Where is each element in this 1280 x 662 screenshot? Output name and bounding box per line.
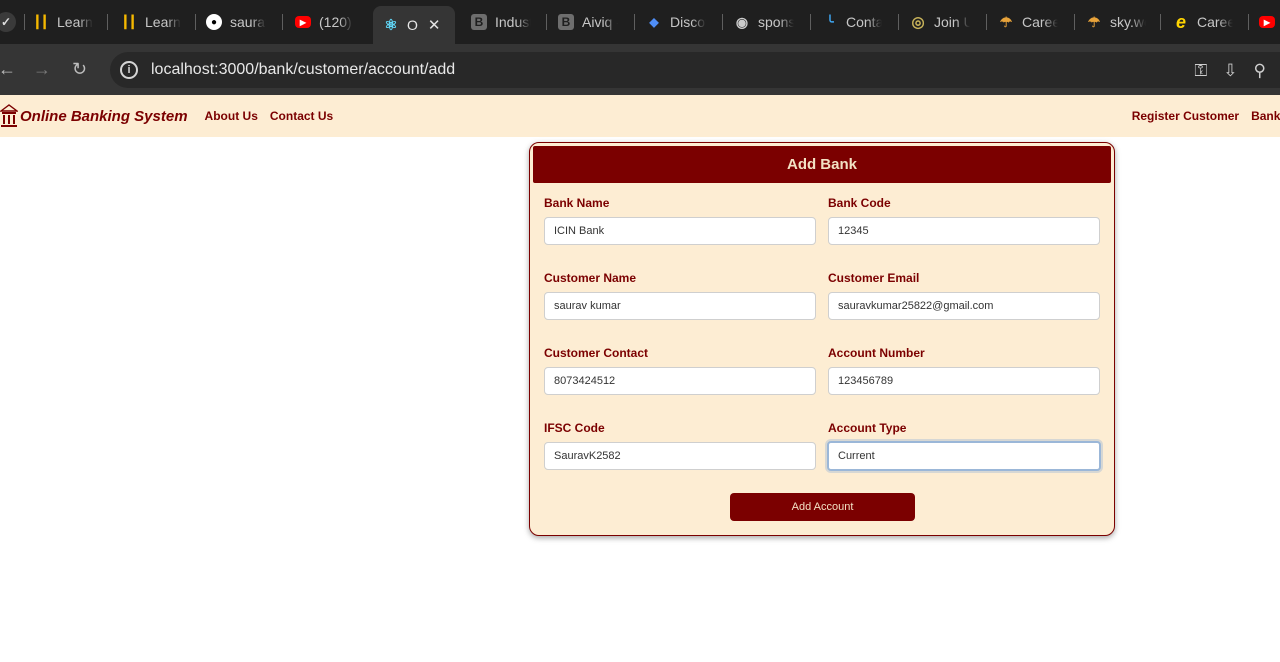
bar-chart-icon: ┃┃ — [33, 15, 49, 29]
customer-contact-input[interactable] — [544, 367, 816, 395]
forward-icon[interactable]: → — [33, 58, 51, 80]
browser-tab[interactable]: ┃┃ Learni — [33, 8, 105, 36]
youtube-icon: ▶ — [295, 16, 311, 28]
browser-tab[interactable]: ▶ (120) ( — [295, 8, 367, 36]
youtube-icon: ▶ — [1259, 16, 1275, 28]
bank-name-input[interactable] — [544, 217, 816, 245]
browser-tab[interactable]: e Career — [1173, 8, 1245, 36]
browser-tab-strip: ✓ ┃┃ Learni ┃┃ Learni ● saurav ▶ (120) (… — [0, 0, 1280, 44]
browser-tab-active[interactable]: ⚛ O ✕ — [373, 6, 455, 44]
zoom-icon[interactable]: ⚲ — [1254, 61, 1266, 81]
ifsc-code-label: IFSC Code — [544, 421, 605, 435]
check-icon: ✓ — [0, 12, 16, 32]
browser-tab[interactable]: B Indust — [471, 8, 543, 36]
browser-tab[interactable]: ◉ sponso — [734, 8, 806, 36]
browser-tab[interactable]: ▶ — [1259, 8, 1280, 36]
b-logo-icon: B — [558, 14, 574, 30]
hook-icon: ╰ — [826, 15, 834, 29]
ifsc-code-input[interactable] — [544, 442, 816, 470]
nav-contact-us[interactable]: Contact Us — [270, 109, 333, 123]
ring-icon: ◎ — [911, 14, 925, 31]
browser-tab[interactable]: ◎ Join U — [910, 8, 982, 36]
career-logo-icon: ☂ — [1087, 13, 1101, 30]
card-title: Add Bank — [533, 146, 1111, 183]
browser-tab[interactable]: ┃┃ Learni — [121, 8, 193, 36]
bank-code-input[interactable] — [828, 217, 1100, 245]
account-number-input[interactable] — [828, 367, 1100, 395]
career-logo-icon: ☂ — [999, 13, 1013, 30]
bank-code-label: Bank Code — [828, 196, 891, 210]
bank-building-icon — [0, 104, 18, 127]
nav-register-customer[interactable]: Register Customer — [1132, 109, 1239, 123]
chrome-icon: ◉ — [735, 13, 749, 30]
install-app-icon[interactable]: ⇩ — [1223, 61, 1237, 81]
browser-tab[interactable]: ☂ Career — [998, 8, 1070, 36]
browser-toolbar: ← → ↻ i localhost:3000/bank/customer/acc… — [0, 44, 1280, 95]
brand-title[interactable]: Online Banking System — [20, 108, 188, 125]
close-icon[interactable]: ✕ — [428, 16, 441, 34]
add-account-button[interactable]: Add Account — [730, 493, 915, 521]
browser-tab[interactable]: ☂ sky.wo — [1086, 8, 1158, 36]
brand[interactable]: Online Banking System — [0, 103, 188, 129]
github-icon: ● — [206, 14, 222, 30]
browser-tab[interactable]: ● saurav — [206, 8, 278, 36]
customer-email-label: Customer Email — [828, 271, 920, 285]
customer-name-label: Customer Name — [544, 271, 637, 285]
bank-name-label: Bank Name — [544, 196, 610, 210]
account-type-label: Account Type — [828, 421, 907, 435]
tab-overflow[interactable]: ✓ — [0, 8, 24, 36]
browser-tab[interactable]: ╰ Conta — [822, 8, 894, 36]
url-text[interactable]: localhost:3000/bank/customer/account/add — [151, 61, 455, 79]
back-icon[interactable]: ← — [0, 58, 16, 80]
diamond-grid-icon: ◆ — [649, 15, 659, 29]
site-info-icon[interactable]: i — [120, 61, 138, 79]
add-bank-card: Add Bank Bank Name Bank Code Customer Na… — [529, 142, 1115, 536]
customer-email-input[interactable] — [828, 292, 1100, 320]
react-icon: ⚛ — [384, 17, 398, 34]
account-number-label: Account Number — [828, 346, 925, 360]
browser-tab[interactable]: ◆ Discov — [646, 8, 718, 36]
b-logo-icon: B — [471, 14, 487, 30]
nav-bank-account[interactable]: Bank A — [1251, 109, 1280, 123]
e-logo-icon: e — [1175, 11, 1186, 32]
key-icon[interactable]: ⚿ — [1194, 61, 1207, 81]
account-type-input[interactable] — [827, 441, 1101, 471]
nav-about-us[interactable]: About Us — [205, 109, 258, 123]
reload-icon[interactable]: ↻ — [72, 58, 87, 80]
address-bar[interactable]: i localhost:3000/bank/customer/account/a… — [110, 52, 1280, 88]
customer-name-input[interactable] — [544, 292, 816, 320]
customer-contact-label: Customer Contact — [544, 346, 649, 360]
app-navbar: Online Banking System About Us Contact U… — [0, 95, 1280, 137]
browser-tab[interactable]: B Aiviq - — [558, 8, 630, 36]
bar-chart-icon: ┃┃ — [121, 15, 137, 29]
